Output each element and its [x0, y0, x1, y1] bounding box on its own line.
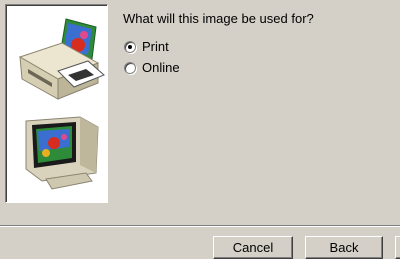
- print-label: Print: [142, 39, 169, 54]
- usage-question: What will this image be used for?: [123, 11, 314, 26]
- online-option[interactable]: Online: [124, 60, 180, 76]
- online-radio[interactable]: [124, 62, 136, 74]
- print-radio[interactable]: [124, 41, 136, 53]
- online-label: Online: [142, 60, 180, 75]
- illustration-panel: [5, 4, 108, 203]
- monitor-icon: [25, 116, 99, 190]
- image-usage-dialog: What will this image be used for? Print …: [0, 0, 400, 259]
- cancel-button[interactable]: Cancel: [213, 236, 293, 259]
- button-separator: [0, 225, 400, 227]
- back-button[interactable]: Back: [305, 236, 383, 259]
- next-button[interactable]: [395, 236, 400, 259]
- print-option[interactable]: Print: [124, 39, 169, 55]
- printer-icon: [18, 18, 105, 100]
